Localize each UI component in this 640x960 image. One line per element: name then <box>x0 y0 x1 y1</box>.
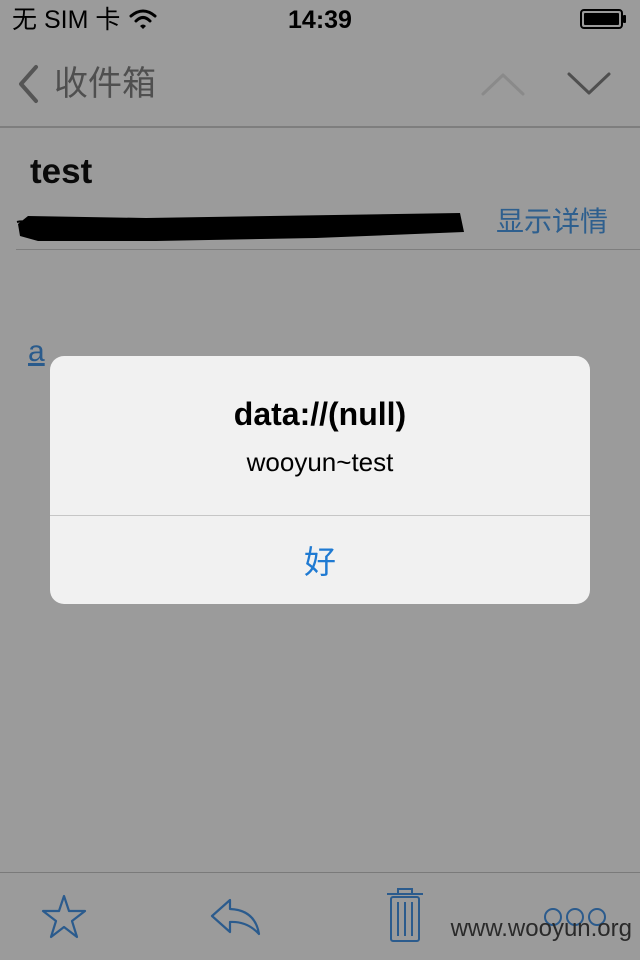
show-details-link[interactable]: 显示详情 <box>496 204 608 240</box>
battery-icon <box>580 9 626 29</box>
back-button-label: 收件箱 <box>54 65 156 103</box>
watermark: www.wooyun.org <box>450 915 632 942</box>
chevron-up-icon[interactable] <box>480 70 526 98</box>
chevron-left-icon <box>19 65 38 103</box>
trash-icon[interactable] <box>386 887 424 943</box>
alert-message: wooyun~test <box>246 447 394 477</box>
navigation-bar: 收件箱 <box>0 40 640 128</box>
back-button[interactable]: 收件箱 <box>16 60 156 108</box>
status-bar: 无 SIM 卡 14:39 <box>0 0 640 40</box>
reply-icon[interactable] <box>208 895 262 939</box>
chevron-down-icon[interactable] <box>566 70 612 98</box>
message-body-link[interactable]: a <box>28 334 45 370</box>
message-subject: test <box>30 152 93 191</box>
status-time: 14:39 <box>288 6 352 34</box>
star-icon[interactable] <box>40 893 88 941</box>
alert-ok-button[interactable]: 好 <box>50 516 590 604</box>
alert-dialog: data://(null) wooyun~test 好 <box>50 356 590 604</box>
alert-title: data://(null) <box>233 396 407 432</box>
redacted-sender-mark <box>16 213 464 241</box>
header-divider <box>16 249 640 250</box>
